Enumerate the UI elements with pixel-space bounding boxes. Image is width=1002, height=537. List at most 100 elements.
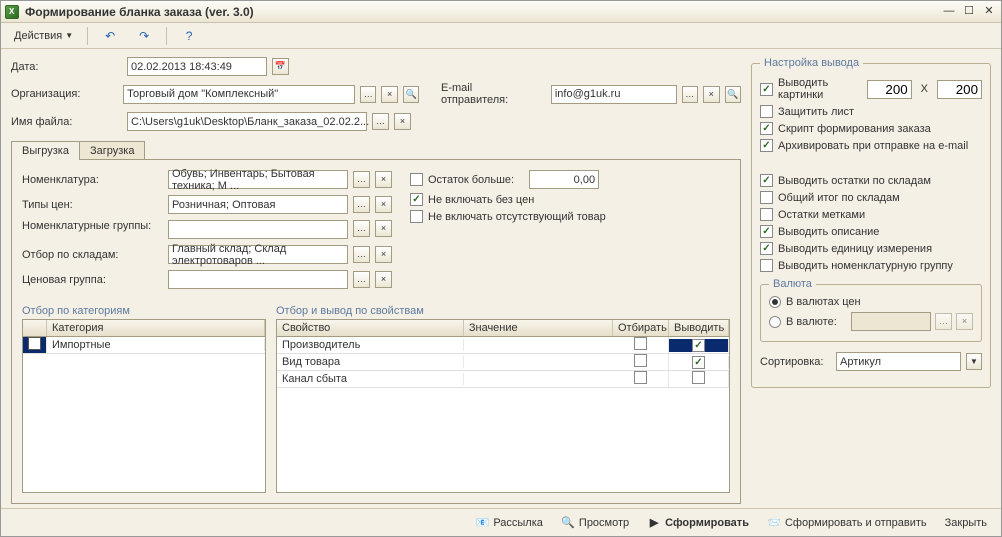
minimize-button[interactable]: — (941, 5, 957, 19)
exclude-noprice-checkbox[interactable]: ✓ (410, 193, 423, 206)
toolbar: Действия ▼ ↶ ↷ ? (1, 23, 1001, 49)
pricegroup-field[interactable] (168, 270, 348, 289)
prop-out-checkbox[interactable]: ✓ (692, 339, 705, 352)
property-row[interactable]: Вид товара ✓ (277, 354, 729, 371)
org-clear-button[interactable]: × (381, 86, 397, 103)
show-group-label: Выводить номенклатурную группу (778, 260, 953, 272)
undo-button[interactable]: ↶ (95, 26, 125, 46)
close-window-button[interactable]: Закрыть (941, 515, 991, 531)
org-field[interactable]: Торговый дом "Комплексный" (123, 85, 355, 104)
pricetypes-select-button[interactable]: … (353, 196, 370, 213)
email-label: E-mail отправителя: (441, 82, 539, 106)
nomen-field[interactable]: Обувь; Инвентарь; Бытовая техника; М ... (168, 170, 348, 189)
filename-clear-button[interactable]: × (394, 113, 411, 130)
org-select-button[interactable]: … (360, 86, 376, 103)
preview-button[interactable]: 🔍 Просмотр (557, 514, 633, 532)
close-button[interactable]: ✕ (981, 5, 997, 19)
redo-button[interactable]: ↷ (129, 26, 159, 46)
sort-dropdown-button[interactable]: ▼ (966, 353, 982, 370)
stocks-by-wh-checkbox[interactable]: ✓ (760, 174, 773, 187)
warehouse-clear-button[interactable]: × (375, 246, 392, 263)
date-field[interactable]: 02.02.2013 18:43:49 (127, 57, 267, 76)
tab-import[interactable]: Загрузка (79, 141, 145, 160)
sort-value: Артикул (840, 356, 881, 368)
stocks-tags-checkbox[interactable] (760, 208, 773, 221)
warehouse-select-button[interactable]: … (353, 246, 370, 263)
totals-by-wh-checkbox[interactable] (760, 191, 773, 204)
image-width-field[interactable] (867, 80, 912, 99)
email-select-button[interactable]: … (682, 86, 698, 103)
warehouse-field[interactable]: Главный склад; Склад электротоваров ... (168, 245, 348, 264)
maximize-button[interactable]: ☐ (961, 5, 977, 19)
radio-price-currencies[interactable] (769, 296, 781, 308)
pricegroup-clear-button[interactable]: × (375, 271, 392, 288)
properties-table: Свойство Значение Отбирать Выводить Прои… (276, 319, 730, 493)
zip-email-checkbox[interactable]: ✓ (760, 139, 773, 152)
calendar-button[interactable] (272, 58, 289, 75)
category-row-checkbox[interactable] (28, 337, 41, 350)
email-clear-button[interactable]: × (703, 86, 719, 103)
currency-clear-button[interactable]: × (956, 313, 973, 330)
send-icon: 📨 (767, 516, 781, 530)
mailing-button[interactable]: 📧 Рассылка (471, 514, 547, 532)
nomengroups-select-button[interactable]: … (353, 220, 370, 237)
show-desc-checkbox[interactable]: ✓ (760, 225, 773, 238)
property-row[interactable]: Производитель ✓ (277, 337, 729, 354)
show-group-checkbox[interactable] (760, 259, 773, 272)
org-open-button[interactable]: 🔍 (403, 86, 419, 103)
nomen-select-button[interactable]: … (353, 171, 370, 188)
magnifier-icon: 🔍 (561, 516, 575, 530)
pricegroup-select-button[interactable]: … (353, 271, 370, 288)
email-value: info@g1uk.ru (555, 88, 621, 100)
filename-field[interactable]: C:\Users\g1uk\Desktop\Бланк_заказа_02.02… (127, 112, 367, 131)
show-unit-label: Выводить единицу измерения (778, 243, 932, 255)
image-height-field[interactable] (937, 80, 982, 99)
bottom-bar: 📧 Рассылка 🔍 Просмотр ▶ Сформировать 📨 С… (1, 508, 1001, 536)
org-value: Торговый дом "Комплексный" (127, 88, 278, 100)
prop-sel-checkbox[interactable] (634, 354, 647, 367)
prop-col-output[interactable]: Выводить (669, 320, 729, 336)
form-button[interactable]: ▶ Сформировать (643, 514, 753, 532)
tab-export[interactable]: Выгрузка (11, 141, 80, 160)
pricetypes-value: Розничная; Оптовая (172, 199, 275, 211)
sort-field[interactable]: Артикул (836, 352, 961, 371)
category-row[interactable]: Импортные (23, 337, 265, 354)
prop-out-checkbox[interactable]: ✓ (692, 356, 705, 369)
currency-select-button[interactable]: … (935, 313, 952, 330)
actions-menu[interactable]: Действия ▼ (7, 26, 80, 46)
email-open-button[interactable]: 🔍 (725, 86, 741, 103)
show-images-label: Выводить картинки (778, 77, 862, 101)
pricetypes-clear-button[interactable]: × (375, 196, 392, 213)
email-field[interactable]: info@g1uk.ru (551, 85, 677, 104)
prop-out-checkbox[interactable] (692, 371, 705, 384)
radio-in-currency[interactable] (769, 316, 781, 328)
property-row[interactable]: Канал сбыта (277, 371, 729, 388)
protect-sheet-checkbox[interactable] (760, 105, 773, 118)
form-script-checkbox[interactable]: ✓ (760, 122, 773, 135)
cat-col-name[interactable]: Категория (47, 320, 265, 336)
prop-sel-checkbox[interactable] (634, 371, 647, 384)
stock-gt-checkbox[interactable] (410, 173, 423, 186)
prop-col-property[interactable]: Свойство (277, 320, 464, 336)
nomengroups-field[interactable] (168, 220, 348, 239)
form-send-button[interactable]: 📨 Сформировать и отправить (763, 514, 931, 532)
app-icon (5, 5, 19, 19)
chevron-down-icon: ▼ (65, 31, 73, 40)
prop-col-value[interactable]: Значение (464, 320, 613, 336)
show-desc-label: Выводить описание (778, 226, 879, 238)
show-unit-checkbox[interactable]: ✓ (760, 242, 773, 255)
stock-gt-value-field[interactable]: 0,00 (529, 170, 599, 189)
prop-col-select[interactable]: Отбирать (613, 320, 669, 336)
filename-label: Имя файла: (11, 116, 121, 128)
filename-select-button[interactable]: … (372, 113, 389, 130)
actions-label: Действия (14, 30, 62, 42)
cat-col-check[interactable] (23, 320, 47, 336)
image-x-label: X (921, 83, 928, 95)
show-images-checkbox[interactable]: ✓ (760, 83, 773, 96)
nomen-clear-button[interactable]: × (375, 171, 392, 188)
help-button[interactable]: ? (174, 26, 204, 46)
exclude-missing-checkbox[interactable] (410, 210, 423, 223)
pricetypes-field[interactable]: Розничная; Оптовая (168, 195, 348, 214)
nomengroups-clear-button[interactable]: × (375, 220, 392, 237)
prop-sel-checkbox[interactable] (634, 337, 647, 350)
